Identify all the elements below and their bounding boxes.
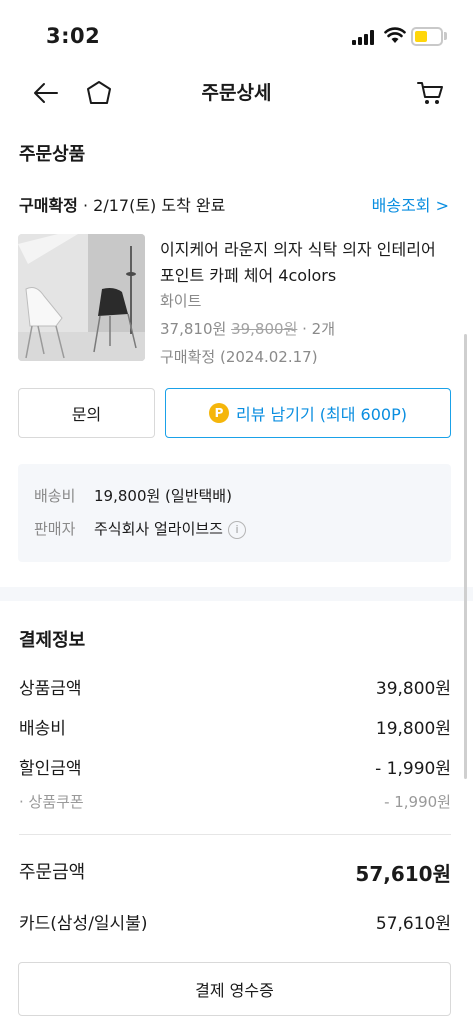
product-price-line: 37,810원 39,800원 · 2개 <box>160 318 335 339</box>
product-name[interactable]: 이지케어 라운지 의자 식탁 의자 인테리어 포인트 카페 체어 4colors <box>160 237 450 289</box>
write-review-button[interactable]: P 리뷰 남기기 (최대 600P) <box>165 388 451 438</box>
receipt-button[interactable]: 결제 영수증 <box>18 962 451 1016</box>
order-total-label: 주문금액 <box>19 862 86 883</box>
shipping-fee-value: 19,800원 (일반택배) <box>94 487 232 505</box>
order-total-row: 주문금액 57,610원 <box>19 858 451 887</box>
product-image[interactable] <box>18 234 145 361</box>
section-divider <box>0 587 473 601</box>
product-price: 37,810원 <box>160 320 227 338</box>
payment-method-row: 카드(삼성/일시불) 57,610원 <box>19 909 451 934</box>
product-option: 화이트 <box>160 292 202 310</box>
payment-title: 결제정보 <box>19 630 86 651</box>
payment-row-label: 상품금액 <box>19 679 82 699</box>
payment-row-discount: 할인금액 - 1,990원 <box>19 754 451 779</box>
order-status: 구매확정 · 2/17(토) 도착 완료 <box>19 192 225 216</box>
nav-bar: 주문상세 <box>0 68 473 118</box>
battery-icon <box>411 27 443 46</box>
order-status-detail: · 2/17(토) 도착 완료 <box>77 196 226 215</box>
payment-row-value: - 1,990원 <box>375 759 451 779</box>
payment-row-label: 배송비 <box>19 719 66 739</box>
seller-label: 판매자 <box>34 520 76 538</box>
product-quantity: · 2개 <box>297 320 336 338</box>
shipping-fee-label: 배송비 <box>34 487 76 505</box>
product-confirm-date: 구매확정 (2024.02.17) <box>160 348 318 366</box>
battery-cap <box>444 32 447 40</box>
shipping-fee-row: 배송비 19,800원 (일반택배) <box>34 485 232 506</box>
scrollbar[interactable] <box>464 334 467 779</box>
shipping-info-box: 배송비 19,800원 (일반택배) 판매자 주식회사 얼라이브즈 i <box>18 464 451 562</box>
payment-row-value: 19,800원 <box>375 719 451 739</box>
coupon-value: - 1,990원 <box>384 793 451 811</box>
order-total-value: 57,610원 <box>355 862 451 886</box>
order-items-title: 주문상품 <box>19 144 86 165</box>
payment-method-label: 카드(삼성/일시불) <box>19 914 148 934</box>
info-icon[interactable]: i <box>227 521 246 539</box>
page-title: 주문상세 <box>201 82 272 104</box>
seller-value: 주식회사 얼라이브즈 <box>94 520 223 538</box>
cart-icon[interactable] <box>413 76 447 110</box>
point-icon: P <box>209 403 229 423</box>
product-original-price: 39,800원 <box>231 320 298 338</box>
tracking-link[interactable]: 배송조회 > <box>372 192 449 216</box>
seller-row: 판매자 주식회사 얼라이브즈 i <box>34 518 246 539</box>
wifi-icon <box>384 27 406 43</box>
payment-row-product: 상품금액 39,800원 <box>19 674 451 699</box>
write-review-label: 리뷰 남기기 (최대 600P) <box>236 405 407 424</box>
payment-row-value: 39,800원 <box>375 679 451 699</box>
payment-row-shipping: 배송비 19,800원 <box>19 714 451 739</box>
inquiry-button[interactable]: 문의 <box>18 388 155 438</box>
order-status-label: 구매확정 <box>19 196 78 215</box>
payment-method-value: 57,610원 <box>375 914 451 934</box>
signal-icon <box>352 30 376 45</box>
payment-divider <box>19 834 451 835</box>
status-time: 3:02 <box>46 24 101 48</box>
coupon-label: · 상품쿠폰 <box>19 793 84 811</box>
payment-row-coupon: · 상품쿠폰 - 1,990원 <box>19 791 451 812</box>
payment-row-label: 할인금액 <box>19 759 82 779</box>
status-bar: 3:02 <box>0 0 473 68</box>
